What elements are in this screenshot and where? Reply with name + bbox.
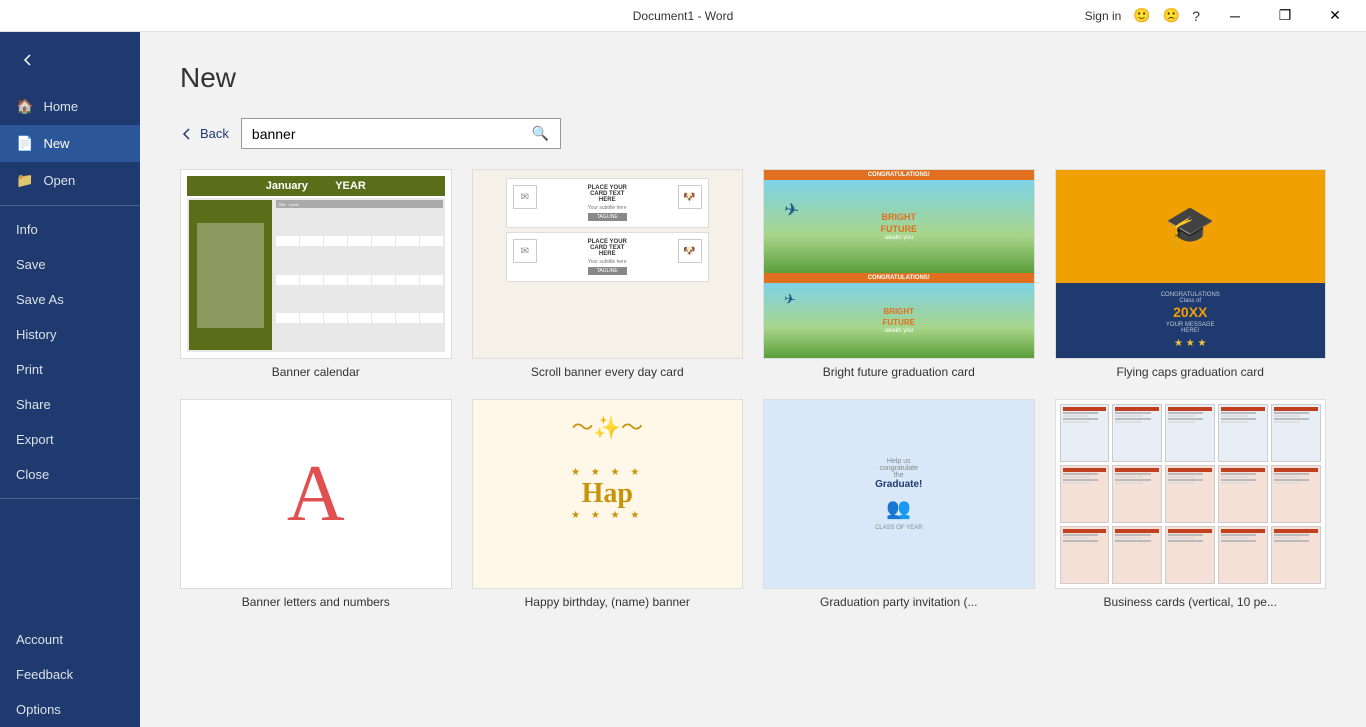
sidebar-item-close[interactable]: Close xyxy=(0,457,140,492)
template-label-flying-caps: Flying caps graduation card xyxy=(1117,365,1264,379)
template-thumb-flying-caps: 🎓 CONGRATULATIONS Class of 20XX YOUR MES… xyxy=(1055,169,1327,359)
template-label-happy-birthday: Happy birthday, (name) banner xyxy=(525,595,690,609)
template-label-scroll-banner: Scroll banner every day card xyxy=(531,365,684,379)
help-icon[interactable]: ? xyxy=(1192,8,1200,24)
window-controls: ─ ❐ ✕ xyxy=(1212,0,1358,32)
template-item-flying-caps[interactable]: 🎓 CONGRATULATIONS Class of 20XX YOUR MES… xyxy=(1055,169,1327,379)
new-doc-icon: 📄 xyxy=(16,135,33,152)
template-label-bright-future: Bright future graduation card xyxy=(823,365,975,379)
sidebar-divider-bottom xyxy=(0,498,140,499)
template-thumb-banner-calendar: January YEAR Title Level xyxy=(180,169,452,359)
search-input[interactable] xyxy=(242,120,522,148)
template-item-banner-letters[interactable]: A Banner letters and numbers xyxy=(180,399,452,609)
sidebar-item-feedback[interactable]: Feedback xyxy=(0,657,140,692)
sidebar-item-account[interactable]: Account xyxy=(0,622,140,657)
open-folder-icon: 📁 xyxy=(16,172,33,189)
template-item-banner-calendar[interactable]: January YEAR Title Level xyxy=(180,169,452,379)
sidebar-bottom: Account Feedback Options xyxy=(0,622,140,727)
template-thumb-bright-future: CONGRATULATIONS! ✈ BRIGHTFUTURE awaits y… xyxy=(763,169,1035,359)
search-button[interactable]: 🔍 xyxy=(522,119,559,148)
sidebar-item-save-as[interactable]: Save As xyxy=(0,282,140,317)
template-item-scroll-banner[interactable]: ✉ PLACE YOUR CARD TEXT HERE Your subtitl… xyxy=(472,169,744,379)
sidebar-divider-top xyxy=(0,205,140,206)
sidebar-item-home[interactable]: 🏠 Home xyxy=(0,88,140,125)
smiley-icon: 🙂 xyxy=(1133,7,1150,24)
template-label-biz-cards: Business cards (vertical, 10 pe... xyxy=(1104,595,1277,609)
close-button[interactable]: ✕ xyxy=(1312,0,1358,32)
sign-in-link[interactable]: Sign in xyxy=(1085,9,1122,23)
template-item-grad-party[interactable]: Help us congratulate the Graduate! 👥 CLA… xyxy=(763,399,1035,609)
page-title: New xyxy=(180,62,1326,94)
templates-grid: January YEAR Title Level xyxy=(180,169,1326,609)
sidebar-back-button[interactable] xyxy=(8,40,48,80)
sidebar-item-info[interactable]: Info xyxy=(0,212,140,247)
titlebar-title: Document1 - Word xyxy=(633,9,733,23)
back-button[interactable]: Back xyxy=(180,126,229,141)
template-thumb-biz-cards xyxy=(1055,399,1327,589)
search-bar: Back 🔍 xyxy=(180,118,1326,149)
frown-icon: 🙁 xyxy=(1163,7,1180,24)
sidebar-item-save[interactable]: Save xyxy=(0,247,140,282)
template-thumb-grad-party: Help us congratulate the Graduate! 👥 CLA… xyxy=(763,399,1035,589)
template-thumb-happy-birthday: 〜✨〜 ★ ★ ★ ★ Hap ★ ★ ★ ★ xyxy=(472,399,744,589)
app-body: 🏠 Home 📄 New 📁 Open Info Save Save As Hi… xyxy=(0,32,1366,727)
sidebar-item-print[interactable]: Print xyxy=(0,352,140,387)
sidebar-item-history[interactable]: History xyxy=(0,317,140,352)
sidebar-new-label: New xyxy=(43,136,69,151)
sidebar-item-share[interactable]: Share xyxy=(0,387,140,422)
home-icon: 🏠 xyxy=(16,98,33,115)
back-arrow-icon xyxy=(20,52,36,68)
template-label-banner-calendar: Banner calendar xyxy=(272,365,360,379)
titlebar-right: Sign in 🙂 🙁 ? ─ ❐ ✕ xyxy=(1085,0,1358,32)
template-item-biz-cards[interactable]: Business cards (vertical, 10 pe... xyxy=(1055,399,1327,609)
restore-button[interactable]: ❐ xyxy=(1262,0,1308,32)
sidebar-item-options[interactable]: Options xyxy=(0,692,140,727)
back-arrow-search-icon xyxy=(180,127,194,141)
minimize-button[interactable]: ─ xyxy=(1212,0,1258,32)
sidebar-home-label: Home xyxy=(43,99,78,114)
template-label-grad-party: Graduation party invitation (... xyxy=(820,595,977,609)
sidebar-item-export[interactable]: Export xyxy=(0,422,140,457)
template-thumb-scroll-banner: ✉ PLACE YOUR CARD TEXT HERE Your subtitl… xyxy=(472,169,744,359)
template-label-banner-letters: Banner letters and numbers xyxy=(242,595,390,609)
sidebar: 🏠 Home 📄 New 📁 Open Info Save Save As Hi… xyxy=(0,32,140,727)
search-input-wrap: 🔍 xyxy=(241,118,561,149)
main-content: New Back 🔍 January YEAR xyxy=(140,32,1366,727)
sidebar-open-label: Open xyxy=(43,173,75,188)
calendar-preview: January YEAR Title Level xyxy=(181,170,451,358)
template-item-happy-birthday[interactable]: 〜✨〜 ★ ★ ★ ★ Hap ★ ★ ★ ★ Happy birthday, … xyxy=(472,399,744,609)
search-icon: 🔍 xyxy=(532,125,549,141)
template-item-bright-future[interactable]: CONGRATULATIONS! ✈ BRIGHTFUTURE awaits y… xyxy=(763,169,1035,379)
sidebar-item-open[interactable]: 📁 Open xyxy=(0,162,140,199)
template-thumb-banner-letters: A xyxy=(180,399,452,589)
titlebar: Document1 - Word Sign in 🙂 🙁 ? ─ ❐ ✕ xyxy=(0,0,1366,32)
back-label: Back xyxy=(200,126,229,141)
sidebar-item-new[interactable]: 📄 New xyxy=(0,125,140,162)
